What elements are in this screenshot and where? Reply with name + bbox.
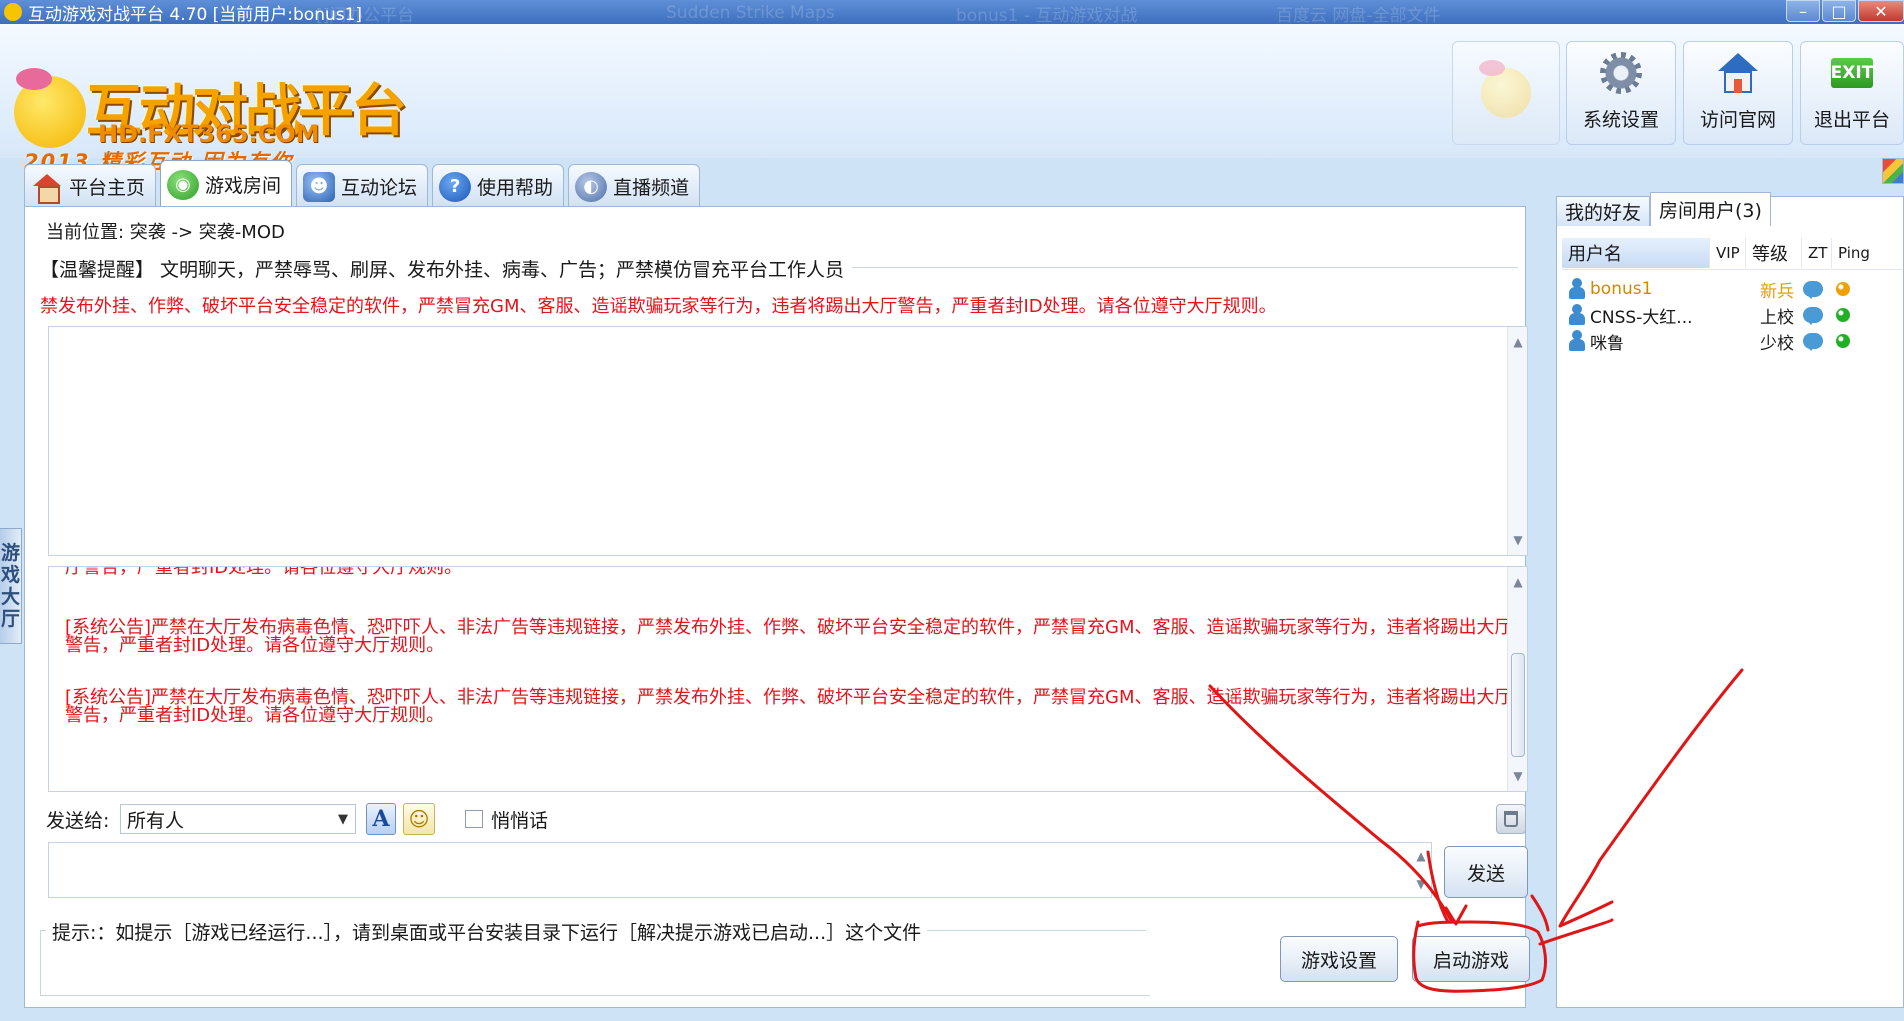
message-item: [系统公告]严禁在大厅发布病毒色情、恐吓吓人、非法广告等违规链接，严禁发布外挂、… bbox=[65, 617, 1513, 656]
scroll-thumb[interactable] bbox=[1511, 653, 1525, 757]
scroll-down-arrow-icon[interactable]: ▼ bbox=[1508, 765, 1527, 787]
chat-bubble-icon[interactable] bbox=[1803, 333, 1823, 351]
tab-game-room[interactable]: ◉ 游戏房间 bbox=[160, 160, 293, 208]
minimize-button[interactable]: – bbox=[1786, 0, 1820, 22]
lobby-side-tab[interactable]: 游戏大厅 bbox=[0, 528, 22, 644]
tab-help[interactable]: ? 使用帮助 bbox=[432, 164, 565, 208]
warning-text: 禁发布外挂、作弊、破坏平台安全稳定的软件，严禁冒充GM、客服、造谣欺骗玩家等行为… bbox=[40, 296, 1277, 317]
chat-bubble-icon[interactable] bbox=[1803, 307, 1823, 325]
maximize-button[interactable]: □ bbox=[1822, 0, 1856, 22]
tab-forum[interactable]: ☻ 互动论坛 bbox=[296, 164, 429, 208]
forum-icon: ☻ bbox=[303, 171, 336, 202]
room-user-table: 用户名 VIP 等级 ZT Ping bonus1 新兵 CNSS-大红... … bbox=[1562, 236, 1902, 354]
user-icon bbox=[1568, 278, 1586, 300]
scroll-up-arrow-icon[interactable]: ▲ bbox=[1411, 845, 1431, 867]
exit-icon: EXIT bbox=[1831, 58, 1873, 88]
ping-status-icon bbox=[1836, 308, 1850, 322]
gear-icon bbox=[1600, 52, 1642, 94]
tip-text: 【温馨提醒】 文明聊天，严禁辱骂、刷屏、发布外挂、病毒、广告；严禁模仿冒充平台工… bbox=[40, 255, 853, 282]
current-location: 当前位置: 突袭 -> 突袭-MOD bbox=[46, 222, 285, 243]
column-vip[interactable]: VIP bbox=[1710, 237, 1746, 268]
start-game-button[interactable]: 启动游戏 bbox=[1412, 936, 1530, 982]
scroll-down-arrow-icon[interactable]: ▼ bbox=[1508, 529, 1527, 551]
chat-bubble-icon[interactable] bbox=[1803, 281, 1823, 299]
background-tab: []间办公平台 bbox=[316, 5, 415, 26]
scroll-down-arrow-icon[interactable]: ▼ bbox=[1411, 873, 1431, 895]
tab-my-friends[interactable]: 我的好友 bbox=[1556, 196, 1651, 226]
game-settings-button[interactable]: 游戏设置 bbox=[1280, 936, 1398, 982]
close-button[interactable]: ✕ bbox=[1858, 0, 1904, 22]
user-row[interactable]: bonus1 新兵 bbox=[1562, 276, 1902, 302]
app-icon bbox=[4, 3, 22, 21]
hint-section: 提示:：如提示［游戏已经运行...］，请到桌面或平台安装目录下运行［解决提示游戏… bbox=[40, 918, 1146, 945]
system-message-area[interactable]: 厅警告，严重者封ID处理。请各位遵守大厅规则。 [系统公告]严禁在大厅发布病毒色… bbox=[48, 566, 1528, 792]
live-icon: ◐ bbox=[575, 171, 608, 202]
scroll-up-arrow-icon[interactable]: ▲ bbox=[1508, 331, 1527, 353]
trash-icon bbox=[1504, 811, 1518, 827]
user-level: 少校 bbox=[1760, 333, 1794, 354]
user-icon bbox=[1568, 304, 1586, 326]
send-button[interactable]: 发送 bbox=[1444, 846, 1528, 898]
clear-chat-button[interactable] bbox=[1496, 804, 1526, 834]
user-name: CNSS-大红... bbox=[1590, 307, 1693, 328]
recipient-select[interactable]: 所有人 ▼ bbox=[120, 804, 356, 834]
home-icon bbox=[31, 172, 63, 204]
chevron-down-icon[interactable]: ▼ bbox=[335, 810, 351, 828]
background-tab: Sudden Strike Maps bbox=[666, 3, 835, 23]
input-scrollbar[interactable]: ▲ ▼ bbox=[1411, 843, 1431, 897]
column-level[interactable]: 等级 bbox=[1746, 237, 1802, 268]
user-level: 新兵 bbox=[1760, 281, 1794, 302]
message-input[interactable]: ▲ ▼ bbox=[48, 842, 1432, 898]
ping-status-icon bbox=[1836, 334, 1850, 348]
mascot-tile bbox=[1452, 41, 1560, 145]
visit-website-button[interactable]: 访问官网 bbox=[1683, 41, 1793, 145]
exit-platform-button[interactable]: EXIT 退出平台 bbox=[1800, 41, 1904, 145]
whisper-checkbox[interactable] bbox=[465, 810, 483, 828]
user-name: bonus1 bbox=[1590, 279, 1653, 299]
font-button[interactable]: A bbox=[366, 803, 396, 835]
chat-display-area[interactable]: ▲ ▼ bbox=[48, 326, 1528, 556]
user-icon bbox=[1568, 330, 1586, 352]
user-row[interactable]: 咪鲁 少校 bbox=[1562, 328, 1902, 354]
whisper-label: 悄悄话 bbox=[491, 810, 549, 832]
ping-status-icon bbox=[1836, 282, 1850, 296]
hint-text: 提示:：如提示［游戏已经运行...］，请到桌面或平台安装目录下运行［解决提示游戏… bbox=[46, 918, 928, 945]
send-to-label: 发送给: bbox=[46, 810, 110, 832]
column-ping[interactable]: Ping bbox=[1832, 238, 1882, 268]
tab-home[interactable]: 平台主页 bbox=[24, 164, 157, 208]
system-settings-button[interactable]: 系统设置 bbox=[1566, 41, 1676, 145]
main-tabs: 平台主页 ◉ 游戏房间 ☻ 互动论坛 ? 使用帮助 ◐ 直播频道 bbox=[24, 160, 701, 208]
background-tab: 百度云 网盘-全部文件 bbox=[1276, 5, 1441, 26]
user-level: 上校 bbox=[1760, 307, 1794, 328]
tip-section: 【温馨提醒】 文明聊天，严禁辱骂、刷屏、发布外挂、病毒、广告；严禁模仿冒充平台工… bbox=[40, 255, 1518, 282]
logo-url: HD.FXT365.COM bbox=[98, 120, 320, 148]
user-row[interactable]: CNSS-大红... 上校 bbox=[1562, 302, 1902, 328]
user-name: 咪鲁 bbox=[1590, 333, 1624, 354]
header: 互动对战平台 HD.FXT365.COM 2013 精彩互动 因为有你 系统设置… bbox=[0, 24, 1904, 174]
skin-icon[interactable] bbox=[1882, 158, 1904, 184]
platform-logo: 互动对战平台 HD.FXT365.COM 2013 精彩互动 因为有你 bbox=[14, 46, 407, 174]
gamepad-icon: ◉ bbox=[167, 169, 200, 200]
user-panel-tabs: 我的好友 房间用户(3) bbox=[1556, 192, 1771, 226]
message-item: [系统公告]严禁在大厅发布病毒色情、恐吓吓人、非法广告等违规链接，严禁发布外挂、… bbox=[65, 687, 1513, 726]
house-icon bbox=[1718, 53, 1758, 93]
message-item: 厅警告，严重者封ID处理。请各位遵守大厅规则。 bbox=[65, 567, 1515, 575]
message-scrollbar[interactable]: ▲ ▼ bbox=[1507, 567, 1527, 791]
emoji-button[interactable]: ☺ bbox=[403, 803, 435, 835]
tab-live[interactable]: ◐ 直播频道 bbox=[568, 164, 701, 208]
tab-room-users[interactable]: 房间用户(3) bbox=[1650, 192, 1771, 226]
scroll-up-arrow-icon[interactable]: ▲ bbox=[1508, 571, 1527, 593]
table-header: 用户名 VIP 等级 ZT Ping bbox=[1562, 236, 1902, 270]
title-bar: 互动游戏对战平台 4.70 [当前用户:bonus1] []间办公平台 Sudd… bbox=[0, 0, 1904, 26]
help-icon: ? bbox=[439, 171, 472, 202]
background-tab: bonus1 - 互动游戏对战 bbox=[956, 5, 1138, 26]
column-zt[interactable]: ZT bbox=[1802, 237, 1832, 268]
column-username[interactable]: 用户名 bbox=[1562, 237, 1710, 268]
chat-scrollbar[interactable]: ▲ ▼ bbox=[1507, 327, 1527, 555]
